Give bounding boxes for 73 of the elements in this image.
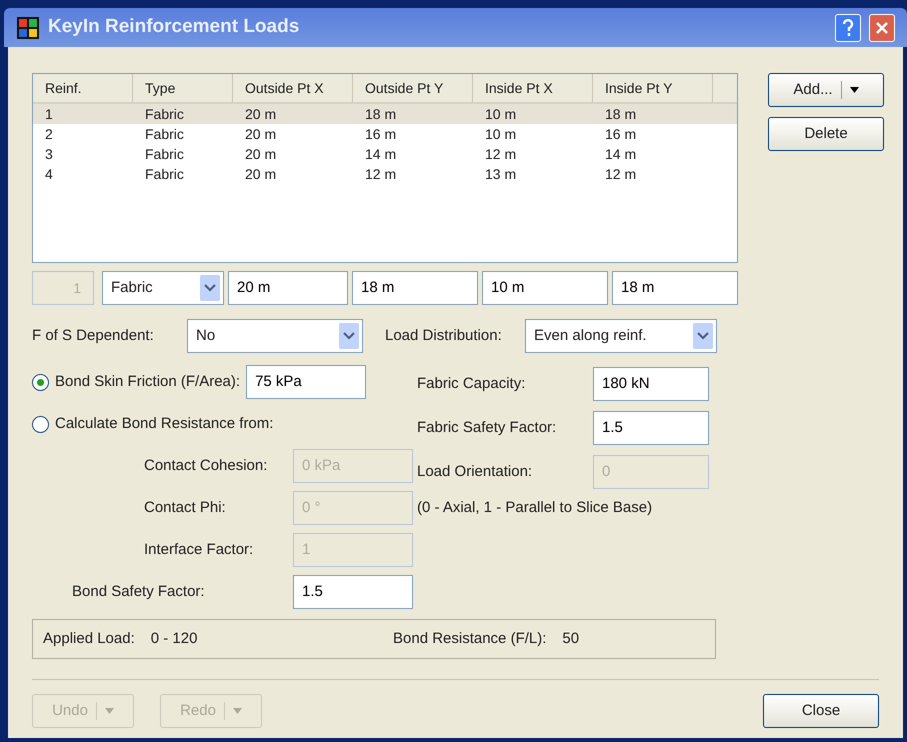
table-cell-text: 18 m: [604, 105, 638, 124]
field-label: Load Distribution:: [385, 326, 503, 346]
table-cell-text: Fabric: [144, 105, 185, 124]
table-cell-text: 2: [44, 125, 54, 144]
field-label: Fabric Capacity:: [417, 374, 526, 394]
table-cell-text: 20 m: [244, 145, 278, 164]
dropdown[interactable]: Even along reinf.: [525, 319, 717, 353]
caret-icon: [232, 708, 242, 714]
radio-button[interactable]: [32, 416, 49, 432]
caret-icon: [104, 708, 114, 714]
input-field[interactable]: 1.5: [593, 411, 709, 445]
close-button[interactable]: [869, 14, 895, 42]
table-cell-text: 4: [44, 165, 54, 184]
summary-label: Bond Resistance (F/L):: [393, 628, 546, 649]
table-cell-text: Fabric: [144, 165, 185, 184]
column-header[interactable]: Reinf.: [33, 74, 133, 102]
orientation-note: (0 - Axial, 1 - Parallel to Slice Base): [417, 498, 654, 518]
table-cell-text: 1: [44, 105, 54, 124]
field-label: F of S Dependent:: [32, 326, 155, 346]
window-title: KeyIn Reinforcement Loads: [48, 15, 300, 40]
field-label: Contact Phi:: [143, 498, 227, 518]
table-cell-text: 20 m: [244, 165, 278, 184]
field-label: Fabric Safety Factor:: [417, 418, 558, 438]
summary-value: 50: [562, 628, 580, 649]
table-cell-text: 13 m: [484, 165, 518, 184]
input-field[interactable]: 18 m: [352, 271, 478, 305]
table-cell-text: 14 m: [604, 145, 638, 164]
summary-label: Applied Load:: [43, 628, 135, 649]
table-cell-text: 18 m: [364, 105, 398, 124]
table-cell-text: 3: [44, 145, 54, 164]
table-cell-text: 14 m: [364, 145, 398, 164]
table-cell-text: 20 m: [244, 125, 278, 144]
input-field[interactable]: 75 kPa: [246, 365, 366, 399]
table-cell-text: 10 m: [484, 105, 518, 124]
table-cell-text: 12 m: [604, 165, 638, 184]
dropdown[interactable]: Fabric: [102, 271, 224, 305]
table-cell-text: 16 m: [364, 125, 398, 144]
column-header[interactable]: Outside Pt X: [233, 74, 353, 102]
summary-value: 0 - 120: [150, 628, 198, 649]
close-dialog-button[interactable]: Close: [763, 694, 879, 728]
radio-label[interactable]: Calculate Bond Resistance from:: [55, 412, 274, 436]
table-cell-text: Fabric: [144, 145, 185, 164]
dropdown[interactable]: No: [187, 319, 363, 353]
input-field[interactable]: 20 m: [228, 271, 348, 305]
radio-label[interactable]: Bond Skin Friction (F/Area):: [55, 370, 240, 394]
input-field[interactable]: 180 kN: [593, 367, 709, 401]
column-header[interactable]: Inside Pt Y: [593, 74, 713, 102]
table-row[interactable]: 1 Fabric 20 m 18 m 10 m 18 m: [33, 104, 737, 124]
field-label: Load Orientation:: [417, 462, 534, 482]
table-cell-text: 12 m: [484, 145, 518, 164]
radio-button[interactable]: [32, 374, 49, 390]
delete-button[interactable]: Delete: [768, 117, 884, 151]
table-cell-text: 16 m: [604, 125, 638, 144]
table-cell-text: Fabric: [144, 125, 185, 144]
help-icon: [842, 18, 854, 36]
caret-icon: [850, 87, 859, 93]
input-field[interactable]: 1.5: [293, 575, 413, 609]
field-label: Contact Cohesion:: [143, 456, 268, 476]
table-cell-text: 20 m: [244, 105, 278, 124]
close-icon: [875, 20, 889, 34]
help-button[interactable]: [835, 14, 861, 42]
index-field: 1: [32, 271, 94, 305]
input-field[interactable]: 18 m: [612, 271, 738, 305]
column-header[interactable]: Inside Pt X: [473, 74, 593, 102]
app-icon: [16, 16, 40, 40]
column-header[interactable]: Outside Pt Y: [353, 74, 473, 102]
field-label: Bond Safety Factor:: [71, 582, 206, 602]
input-field[interactable]: 10 m: [482, 271, 608, 305]
field-label: Interface Factor:: [143, 540, 254, 560]
table-cell-text: 12 m: [364, 165, 398, 184]
add-split-button[interactable]: Add...: [768, 73, 884, 107]
table-cell-text: 10 m: [484, 125, 518, 144]
column-header[interactable]: Type: [133, 74, 233, 102]
